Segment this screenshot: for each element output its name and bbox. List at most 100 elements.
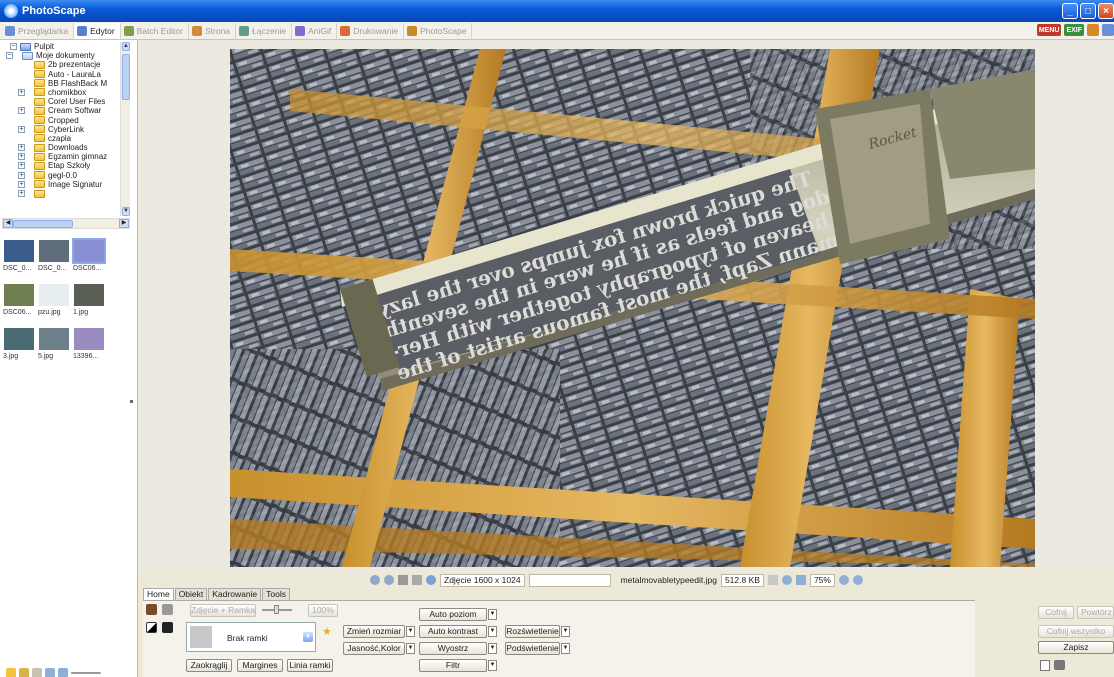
sharpen-button[interactable]: Wyostrz ▼ [419, 642, 497, 655]
thumbnail-item[interactable]: pzu.jpg [37, 280, 73, 322]
thumbnail-item[interactable]: DSC06... [72, 236, 108, 278]
expand-icon[interactable]: + [18, 153, 25, 161]
tree-horizontal-scrollbar[interactable]: ◀ ▶ [2, 218, 130, 229]
tree-item[interactable]: Cropped [0, 116, 130, 125]
close-button[interactable]: × [1098, 3, 1114, 19]
rotate-right-icon[interactable] [58, 668, 68, 677]
tab-batch-editor[interactable]: Batch Editor [121, 22, 189, 39]
edited-photo[interactable]: The quick brown fox jumps over the lazy … [230, 49, 1035, 567]
tree-item[interactable]: Auto - LauraLa [0, 70, 130, 79]
brightness-dropdown-icon[interactable]: ▼ [406, 643, 415, 654]
tree-scroll-thumb[interactable] [122, 54, 130, 100]
tree-item[interactable]: Corel User Files [0, 97, 130, 106]
undo-button[interactable]: Cofnij [1038, 606, 1074, 619]
tree-item[interactable]: + gegl-0.0 [0, 171, 130, 180]
thumbnail-item[interactable]: DSC_0... [37, 236, 73, 278]
expand-icon[interactable]: + [18, 162, 25, 170]
brightness-color-button[interactable]: Jasność,Kolor ▼ [343, 642, 415, 655]
zoom-out-icon[interactable] [852, 575, 863, 585]
scroll-up-icon[interactable]: ▲ [122, 42, 130, 51]
splitter-handle[interactable] [130, 400, 133, 403]
black-frame-icon[interactable] [162, 622, 173, 633]
image-canvas[interactable]: The quick brown fox jumps over the lazy … [139, 40, 1114, 571]
folder-tree[interactable]: − Pulpit − Moje dokumenty 2b prezentacje Auto… [0, 42, 130, 218]
opacity-field[interactable]: 100% [308, 604, 338, 617]
favorite-star-icon[interactable]: ★ [322, 625, 332, 638]
tree-item[interactable]: 2b prezentacje [0, 60, 130, 69]
expand-icon[interactable]: + [18, 171, 25, 179]
redo-button[interactable]: Powtórz [1077, 606, 1114, 619]
tree-item[interactable]: BB FlashBack M [0, 79, 130, 88]
zoom-fit-icon[interactable] [781, 575, 792, 585]
frame-gray-icon[interactable] [162, 604, 173, 615]
sharpen-dropdown-icon[interactable]: ▼ [488, 643, 497, 654]
thumbnail-item[interactable]: 13396... [72, 324, 108, 366]
sort-icon[interactable] [412, 575, 422, 585]
flip-icon[interactable] [398, 575, 408, 585]
save-button[interactable]: Zapisz [1038, 641, 1114, 654]
auto-level-dropdown-icon[interactable]: ▼ [488, 609, 497, 620]
thumbnail-item[interactable]: 1.jpg [72, 280, 108, 322]
auto-contrast-dropdown-icon[interactable]: ▼ [488, 626, 497, 637]
star-icon[interactable] [6, 668, 16, 677]
tree-item[interactable]: + Downloads [0, 143, 130, 152]
tab-drukowanie[interactable]: Drukowanie [337, 22, 405, 39]
expand-icon[interactable]: + [18, 88, 25, 96]
menu-button[interactable]: MENU [1036, 24, 1062, 36]
expand-icon[interactable]: + [18, 107, 25, 115]
tree-item[interactable]: + [0, 189, 130, 198]
tree-item[interactable]: − Moje dokumenty [0, 51, 130, 60]
editor-tab-home[interactable]: Home [143, 588, 174, 600]
tree-item[interactable]: + Egzamin gimnaz [0, 152, 130, 161]
tree-item[interactable]: czapla [0, 134, 130, 143]
backlight-dropdown-icon[interactable]: ▼ [561, 643, 570, 654]
settings-icon[interactable] [1087, 24, 1099, 36]
exif-button[interactable]: EXIF [1064, 24, 1084, 36]
add-folder-icon[interactable] [19, 668, 29, 677]
scroll-left-icon[interactable]: ◀ [3, 219, 13, 228]
fit-icon[interactable] [767, 575, 778, 585]
thumbnail-item[interactable]: 3.jpg [2, 324, 38, 366]
collapse-icon[interactable]: − [6, 52, 13, 60]
rotate-right-icon[interactable] [384, 575, 394, 585]
expand-icon[interactable]: + [18, 125, 25, 133]
tree-item[interactable]: + Image Signatur [0, 180, 130, 189]
tree-item[interactable]: + Cream Softwar [0, 106, 130, 115]
filter-dropdown-icon[interactable]: ▼ [488, 660, 497, 671]
frame-style-icon[interactable] [146, 604, 157, 615]
resize-button[interactable]: Zmień rozmiar ▼ [343, 625, 415, 638]
tree-vertical-scrollbar[interactable]: ▲ ▼ [120, 42, 130, 216]
tab-edytor[interactable]: Edytor [74, 22, 121, 39]
margins-button[interactable]: Margines [237, 659, 283, 672]
tab-photoscape[interactable]: PhotoScape [404, 22, 473, 39]
brighten-button[interactable]: Rozświetlenie ▼ [505, 625, 570, 638]
rotate-left-icon[interactable] [45, 668, 55, 677]
round-button[interactable]: Zaokrąglij [186, 659, 232, 672]
folder-icon[interactable] [32, 668, 42, 677]
auto-contrast-button[interactable]: Auto kontrast ▼ [419, 625, 497, 638]
brighten-dropdown-icon[interactable]: ▼ [561, 626, 570, 637]
undo-all-button[interactable]: Cofnij wszystko [1038, 625, 1114, 638]
chevron-down-icon[interactable]: ▼ [303, 632, 313, 642]
collapse-icon[interactable]: − [10, 43, 17, 50]
expand-icon[interactable]: + [18, 144, 25, 152]
new-file-icon[interactable] [1040, 660, 1050, 671]
frame-select[interactable]: Brak ramki ▼ [186, 622, 316, 652]
expand-icon[interactable]: + [18, 180, 25, 188]
filter-button[interactable]: Filtr ▼ [419, 659, 497, 672]
zoom-in-icon[interactable] [838, 575, 849, 585]
tree-item[interactable]: + CyberLink [0, 125, 130, 134]
zoom-actual-icon[interactable] [795, 575, 806, 585]
thumbnail-item[interactable]: DSC_0... [2, 236, 38, 278]
print-icon[interactable] [1054, 660, 1065, 670]
thumbnail-item[interactable]: DSC06... [2, 280, 38, 322]
resize-dropdown-icon[interactable]: ▼ [406, 626, 415, 637]
window-icon[interactable] [1102, 24, 1114, 36]
auto-level-button[interactable]: Auto poziom ▼ [419, 608, 497, 621]
tree-item[interactable]: + Etap Szkoły [0, 161, 130, 170]
tab-łączenie[interactable]: Łączenie [236, 22, 293, 39]
maximize-button[interactable]: □ [1080, 3, 1096, 19]
tree-hscroll-thumb[interactable] [13, 220, 73, 228]
editor-tab-kadrowanie[interactable]: Kadrowanie [208, 588, 262, 600]
opacity-slider[interactable] [262, 605, 292, 614]
